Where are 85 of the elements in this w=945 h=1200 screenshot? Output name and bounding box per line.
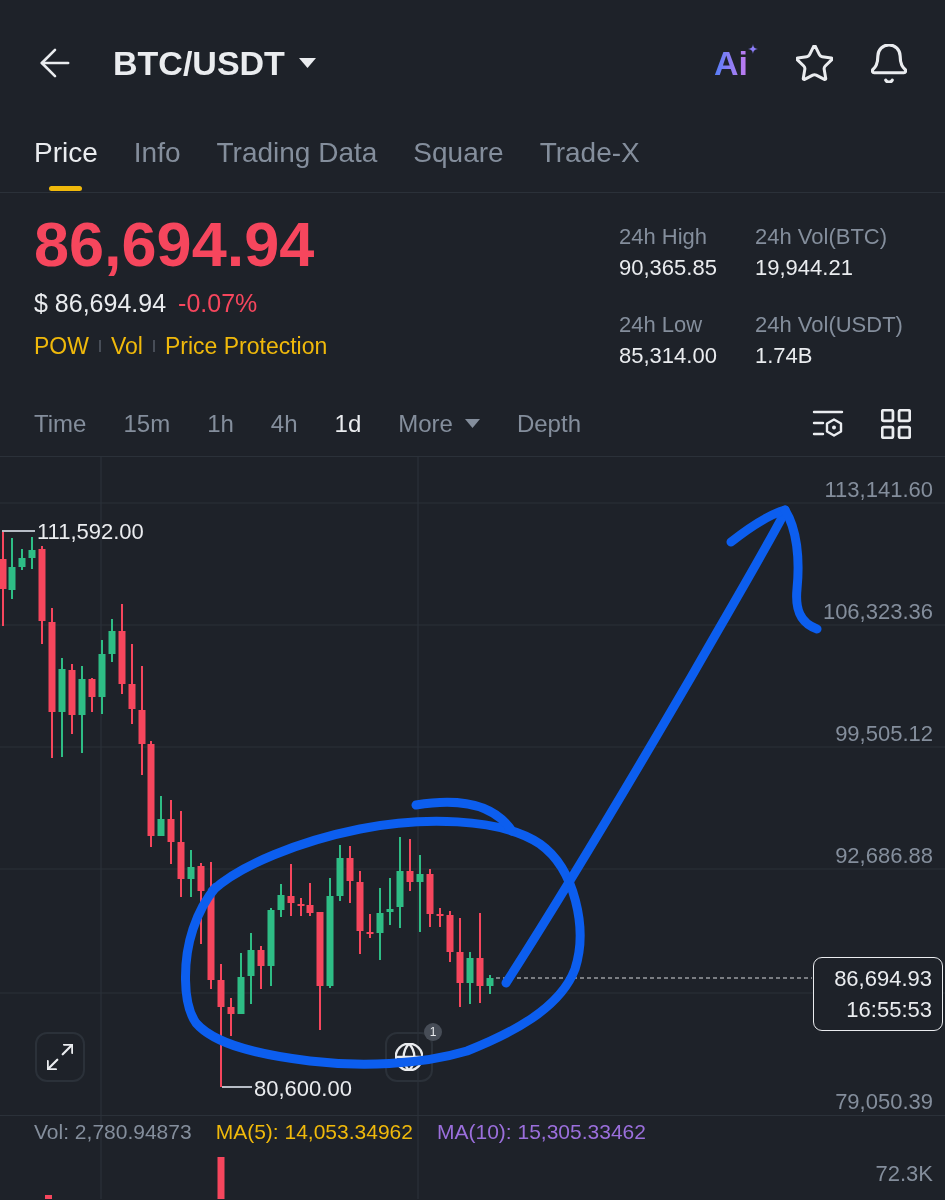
candlestick (187, 850, 195, 897)
candlestick (28, 537, 36, 569)
fiat-price: $ 86,694.94 (34, 288, 167, 318)
caret-icon (464, 419, 480, 428)
high-price-label: 111,592.00 (37, 520, 144, 544)
candlestick (376, 888, 384, 960)
low-price-label: 80,600.00 (254, 1077, 352, 1101)
price-axis-label: 92,686.88 (835, 844, 933, 868)
interval-tab[interactable]: Depth (516, 408, 581, 439)
candlestick (167, 800, 175, 864)
tag-link[interactable]: POW (34, 331, 89, 361)
candlestick (346, 846, 354, 903)
leader-line (222, 1086, 252, 1088)
last-price: 86,694.94 (34, 213, 316, 276)
stat-label: 24h Vol(USDT) (755, 310, 904, 339)
bell-icon (871, 43, 907, 83)
stat-value: 90,365.85 (619, 254, 718, 282)
candlestick (486, 975, 494, 994)
leader-line (2, 530, 35, 532)
stat-label: 24h Vol(BTC) (755, 223, 889, 251)
stat-label: 24h Low (619, 310, 704, 339)
interval-tab[interactable]: Time (34, 408, 87, 439)
indicator-button[interactable] (812, 408, 844, 439)
candlestick (88, 678, 96, 712)
back-button[interactable] (38, 48, 72, 78)
candlestick (446, 911, 454, 962)
globe-icon (395, 1043, 423, 1071)
tab[interactable]: Square (413, 126, 504, 192)
tag-link[interactable]: Vol (110, 331, 143, 361)
layout-button[interactable] (881, 408, 911, 439)
candlestick (336, 845, 344, 901)
notification-button[interactable] (871, 43, 907, 83)
indicator-value: MA(5): 14,053.34962 (215, 1119, 413, 1145)
stat-label: 24h High (619, 223, 709, 251)
candlestick (68, 664, 76, 734)
tab[interactable]: Trade-X (539, 126, 640, 192)
candlestick (257, 946, 265, 989)
last-price-value: 86,694.93 (834, 965, 932, 993)
candlestick (247, 933, 255, 1004)
stat-value: 19,944.21 (755, 254, 854, 282)
interval-tab[interactable]: 4h (270, 408, 298, 439)
tab[interactable]: Price (34, 126, 98, 192)
price-axis-label: 106,323.36 (822, 600, 933, 624)
candlestick (386, 878, 394, 925)
sparkle-icon (748, 44, 758, 54)
candlestick (277, 884, 285, 917)
candlestick (426, 869, 434, 927)
price-axis-label: 99,505.12 (835, 722, 933, 746)
tab[interactable]: Trading Data (216, 126, 378, 192)
price-change: -0.07% (178, 288, 258, 318)
indicator-value: Vol: 2,780.94873 (34, 1119, 192, 1145)
candlestick (237, 953, 245, 1014)
candlestick (436, 908, 444, 927)
star-icon (796, 44, 833, 82)
candlestick (466, 952, 474, 1004)
stat-value: 85,314.00 (619, 341, 718, 370)
fullscreen-button[interactable] (35, 1032, 85, 1082)
favorite-button[interactable] (796, 44, 833, 82)
volume-axis-label: 72.3K (875, 1160, 933, 1188)
indicator-value: MA(10): 15,305.33462 (436, 1119, 646, 1145)
candlestick (18, 549, 26, 570)
interval-tab[interactable]: 1d (334, 408, 362, 439)
lines-hexagon-icon (812, 408, 844, 439)
last-price-time: 16:55:53 (846, 996, 932, 1024)
expand-icon (47, 1044, 73, 1070)
interval-tab[interactable]: 1h (207, 408, 234, 439)
candlestick (227, 998, 235, 1036)
interval-dropdown[interactable]: More (398, 408, 480, 439)
notification-badge: 1 (424, 1023, 442, 1041)
volume-bar (45, 1195, 52, 1199)
candlestick (366, 914, 374, 938)
interval-tab[interactable]: 15m (123, 408, 171, 439)
caret-icon (298, 58, 316, 68)
candlestick (108, 619, 116, 662)
candlestick (287, 864, 295, 916)
grid-icon (881, 408, 911, 439)
tab[interactable]: Info (133, 126, 181, 192)
price-axis-label: 113,141.60 (824, 478, 933, 502)
volume-bar (217, 1157, 225, 1199)
candlestick (157, 796, 165, 836)
candlestick (406, 839, 414, 891)
tag-link[interactable]: Price Protection (164, 331, 328, 361)
pair-selector[interactable]: BTC/USDT (113, 43, 316, 83)
price-axis-label: 79,050.39 (835, 1090, 933, 1114)
stat-value: 1.74B (755, 341, 814, 370)
